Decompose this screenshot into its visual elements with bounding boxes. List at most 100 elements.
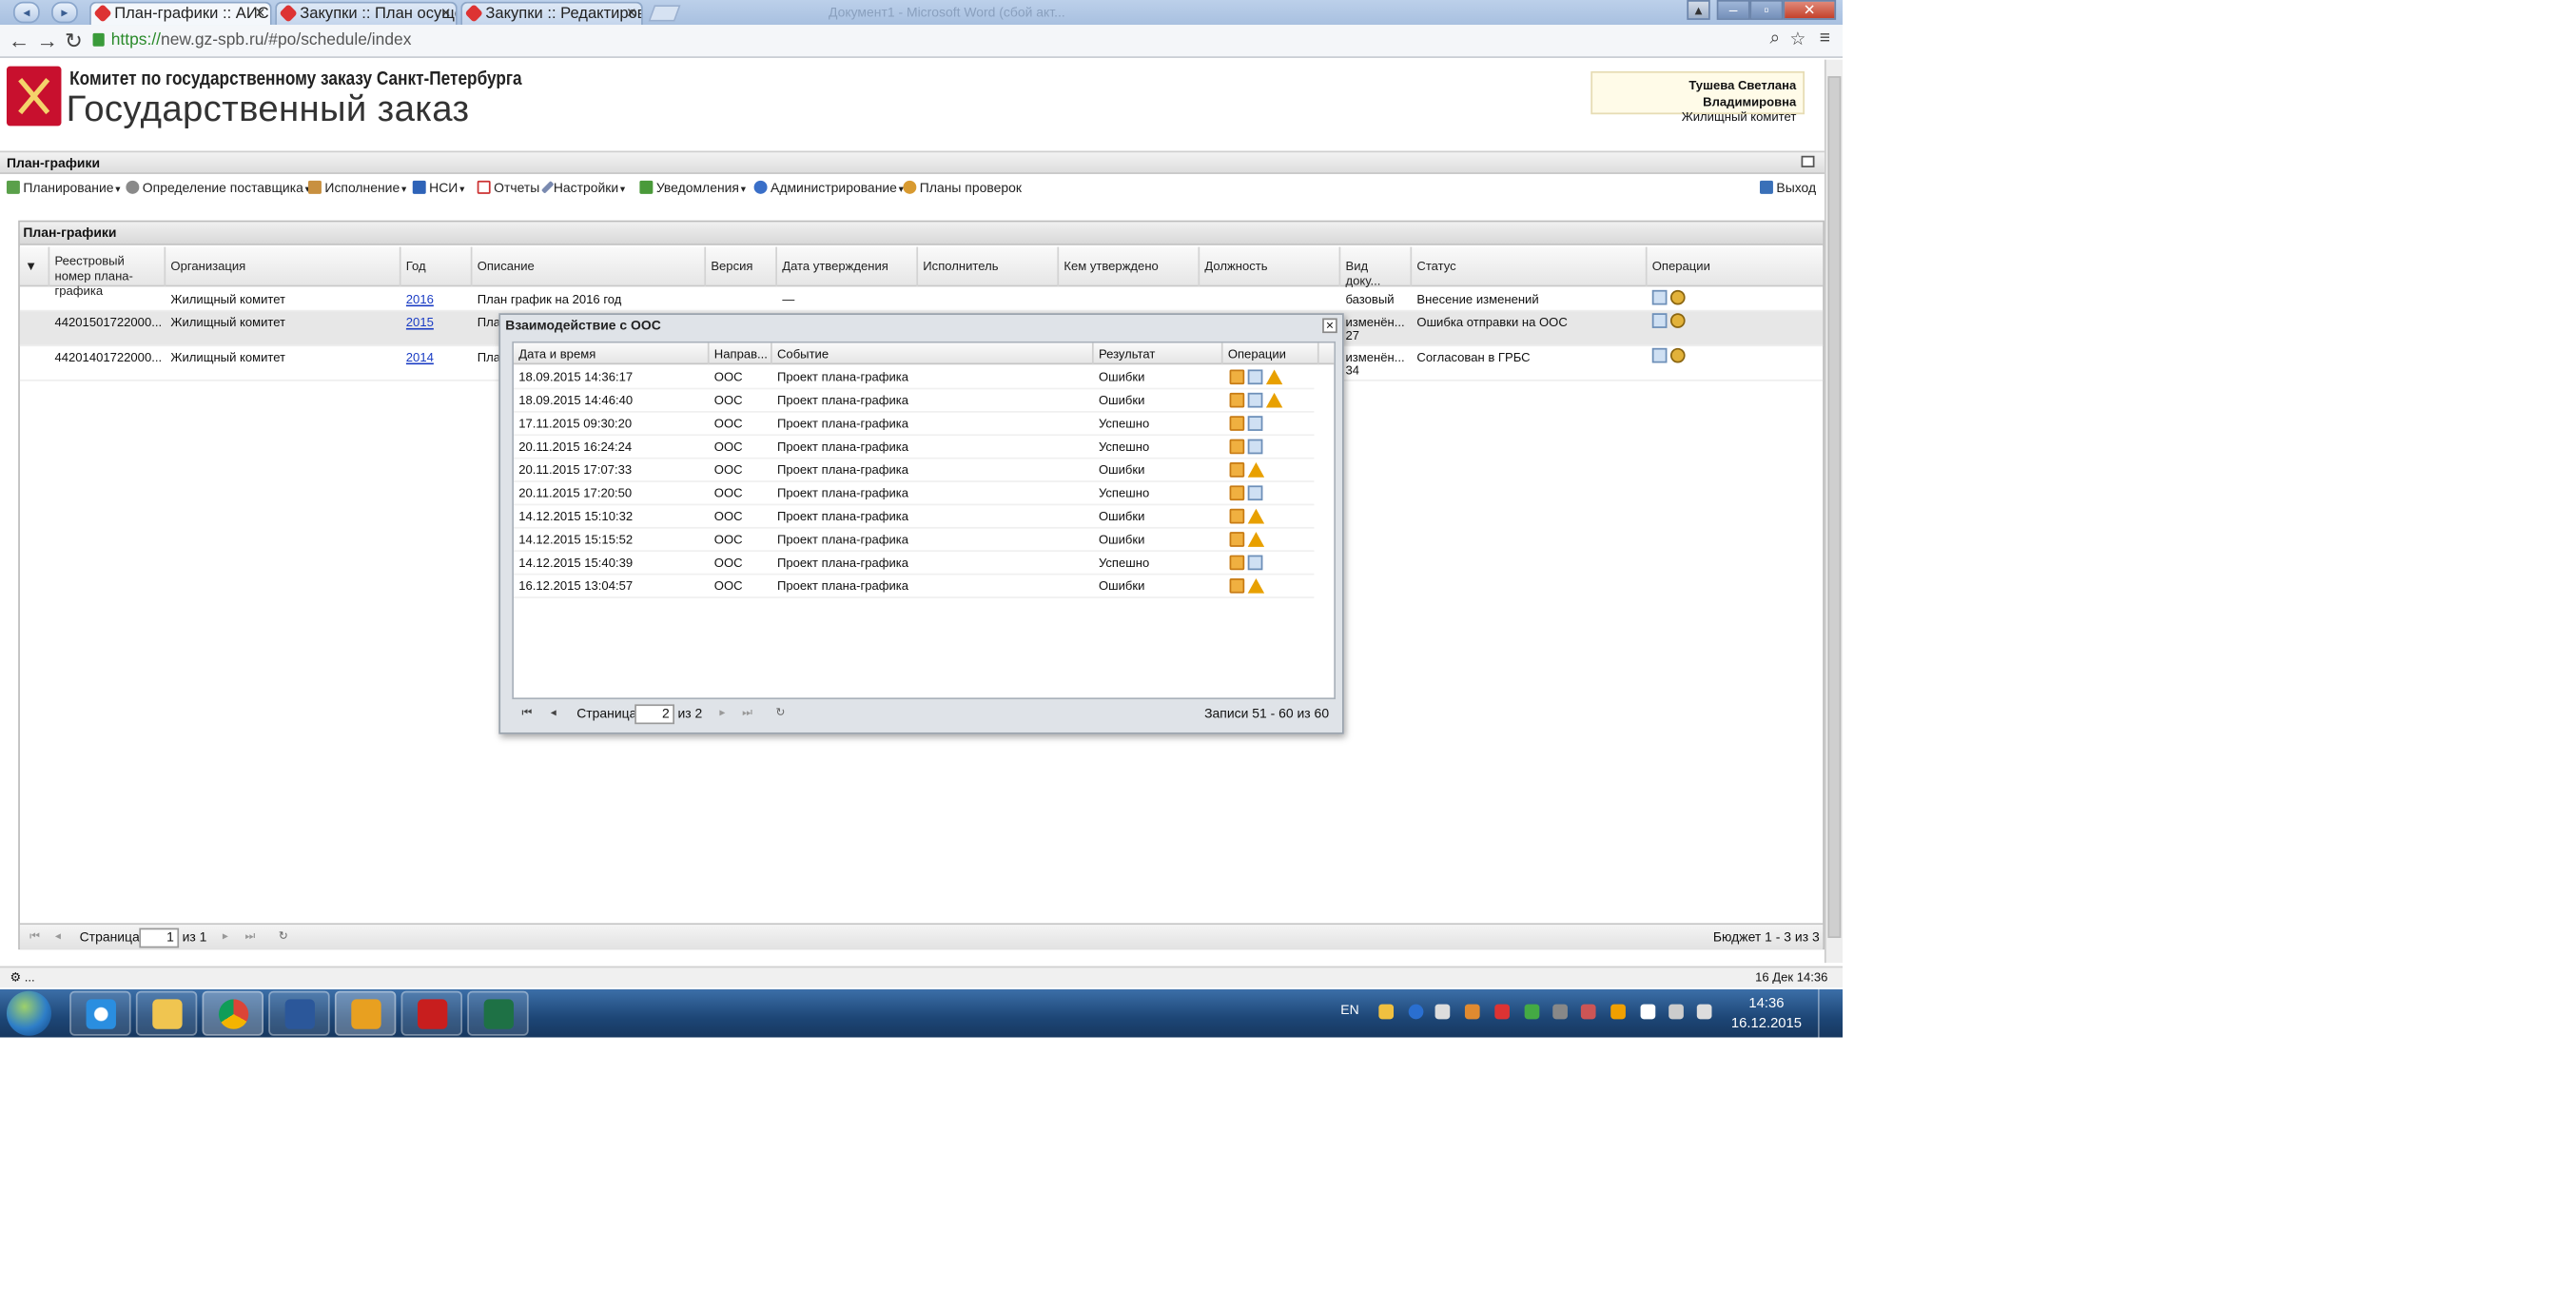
col-approval-date[interactable]: Дата утверждения (777, 246, 919, 287)
warning-icon[interactable] (1247, 462, 1265, 478)
menu-execution[interactable]: Исполнение ▾ (308, 177, 406, 202)
taskbar-outlook[interactable] (334, 990, 397, 1036)
reload-icon[interactable]: ↻ (65, 29, 83, 55)
package-icon[interactable] (1229, 555, 1245, 571)
warning-icon[interactable] (1265, 369, 1283, 385)
page-scrollbar[interactable] (1824, 59, 1844, 964)
taskbar-explorer[interactable] (135, 990, 198, 1036)
col-position[interactable]: Должность (1200, 246, 1341, 287)
col-doc-type[interactable]: Вид доку... (1340, 246, 1413, 288)
browser-back-history-icon[interactable]: ◂ (12, 1, 40, 24)
eagle-emblem-icon[interactable] (1669, 347, 1686, 363)
tray-icon[interactable] (1580, 1004, 1596, 1020)
prev-page-icon[interactable]: ◂ (547, 708, 560, 721)
tab-close-icon[interactable]: × (441, 3, 451, 25)
col-approved-by[interactable]: Кем утверждено (1059, 246, 1200, 287)
col-reg-number[interactable]: Реестровый номер плана-графика (49, 246, 166, 299)
edit-document-icon[interactable] (1651, 347, 1668, 363)
col-datetime[interactable]: Дата и время (514, 342, 710, 365)
tray-icon[interactable] (1524, 1004, 1540, 1020)
refresh-icon[interactable]: ↻ (277, 931, 290, 945)
menu-settings[interactable]: Настройки ▾ (540, 177, 625, 202)
next-page-icon[interactable]: ▸ (219, 931, 232, 945)
warning-icon[interactable] (1247, 532, 1265, 547)
page-number-input[interactable]: 1 (139, 928, 180, 948)
taskbar-ie[interactable] (69, 990, 131, 1036)
menu-admin[interactable]: Администрирование ▾ (753, 177, 904, 202)
col-version[interactable]: Версия (706, 246, 777, 287)
menu-supplier[interactable]: Определение поставщика▾ (126, 177, 310, 202)
browser-forward-history-icon[interactable]: ▸ (51, 1, 78, 24)
tray-icon[interactable] (1494, 1004, 1510, 1020)
maximize-panel-icon[interactable] (1801, 155, 1815, 167)
col-organization[interactable]: Организация (166, 246, 401, 287)
scrollbar-thumb[interactable] (1827, 76, 1842, 938)
table-row[interactable]: 14.12.2015 15:10:32 ООС Проект плана-графи… (514, 505, 1315, 529)
table-row[interactable]: 18.09.2015 14:36:17 ООС Проект плана-графи… (514, 366, 1315, 390)
col-status[interactable]: Статус (1412, 246, 1648, 287)
col-operations[interactable]: Операции (1223, 342, 1319, 365)
menu-plans[interactable]: Планы проверок (903, 177, 1022, 200)
col-event[interactable]: Событие (772, 342, 1094, 365)
table-row[interactable]: 18.09.2015 14:46:40 ООС Проект плана-графи… (514, 389, 1315, 413)
warning-icon[interactable] (1247, 508, 1265, 524)
maximize-icon[interactable]: ▫ (1749, 0, 1784, 20)
package-icon[interactable] (1229, 392, 1245, 408)
col-result[interactable]: Результат (1094, 342, 1223, 365)
package-icon[interactable] (1229, 462, 1245, 478)
tab-close-icon[interactable]: × (256, 3, 265, 25)
back-arrow-icon[interactable]: ← (9, 29, 30, 53)
show-desktop-button[interactable] (1817, 988, 1843, 1038)
col-direction[interactable]: Направ... (710, 342, 772, 365)
system-clock[interactable]: 14:36 16.12.2015 (1717, 992, 1817, 1032)
next-page-icon[interactable]: ▸ (716, 708, 730, 721)
document-icon[interactable] (1247, 439, 1263, 455)
menu-nsi[interactable]: НСИ ▾ (412, 177, 464, 202)
device-tray-icon[interactable] (1434, 1004, 1451, 1020)
mail-tray-icon[interactable] (1378, 1004, 1395, 1020)
taskbar-chrome[interactable] (202, 990, 263, 1036)
close-icon[interactable]: × (1322, 318, 1337, 334)
year-link[interactable]: 2014 (406, 350, 434, 365)
table-row[interactable]: Жилищный комитет 2016 План график на 201… (19, 288, 1824, 312)
menu-reports[interactable]: Отчеты (477, 177, 539, 200)
taskbar-acrobat[interactable] (400, 990, 463, 1036)
bookmark-star-icon[interactable]: ☆ (1789, 29, 1805, 49)
eagle-emblem-icon[interactable] (1669, 289, 1686, 305)
network-icon[interactable] (1669, 1004, 1684, 1020)
table-row[interactable]: 17.11.2015 09:30:20 ООС Проект плана-графи… (514, 413, 1315, 437)
start-button-icon[interactable] (6, 990, 52, 1036)
taskbar-word[interactable] (268, 990, 330, 1036)
volume-icon[interactable] (1696, 1004, 1712, 1020)
tray-icon[interactable] (1464, 1004, 1480, 1020)
page-number-input[interactable]: 2 (634, 704, 674, 725)
edit-document-icon[interactable] (1651, 313, 1668, 328)
table-row[interactable]: 14.12.2015 15:15:52 ООС Проект плана-графи… (514, 529, 1315, 553)
package-icon[interactable] (1229, 485, 1245, 501)
browser-tab-active[interactable]: План-графики :: АИС × (89, 1, 272, 26)
forward-arrow-icon[interactable]: → (36, 29, 58, 53)
warning-icon[interactable] (1247, 577, 1265, 594)
document-icon[interactable] (1247, 369, 1263, 385)
first-page-icon[interactable]: ⏮ (29, 931, 42, 945)
document-icon[interactable] (1247, 485, 1263, 501)
refresh-icon[interactable]: ↻ (774, 708, 788, 721)
document-icon[interactable] (1247, 416, 1263, 431)
zoom-icon[interactable]: ⌕ (1769, 29, 1780, 50)
table-row[interactable]: 14.12.2015 15:40:39 ООС Проект плана-графи… (514, 552, 1315, 576)
first-page-icon[interactable]: ⏮ (520, 708, 534, 721)
col-description[interactable]: Описание (472, 246, 707, 287)
taskbar-excel[interactable] (467, 990, 529, 1036)
tab-close-icon[interactable]: × (627, 3, 636, 25)
menu-planning[interactable]: Планирование ▾ (6, 177, 121, 202)
col-executor[interactable]: Исполнитель (918, 246, 1060, 287)
action-center-flag-icon[interactable] (1640, 1004, 1656, 1020)
language-indicator[interactable]: EN (1340, 1003, 1358, 1018)
col-year[interactable]: Год (401, 246, 473, 287)
package-icon[interactable] (1229, 508, 1245, 524)
user-icon[interactable]: ▴ (1687, 0, 1710, 20)
document-icon[interactable] (1247, 555, 1263, 571)
last-page-icon[interactable]: ⏭ (741, 708, 754, 721)
bluetooth-icon[interactable] (1408, 1004, 1424, 1020)
package-icon[interactable] (1229, 532, 1245, 547)
